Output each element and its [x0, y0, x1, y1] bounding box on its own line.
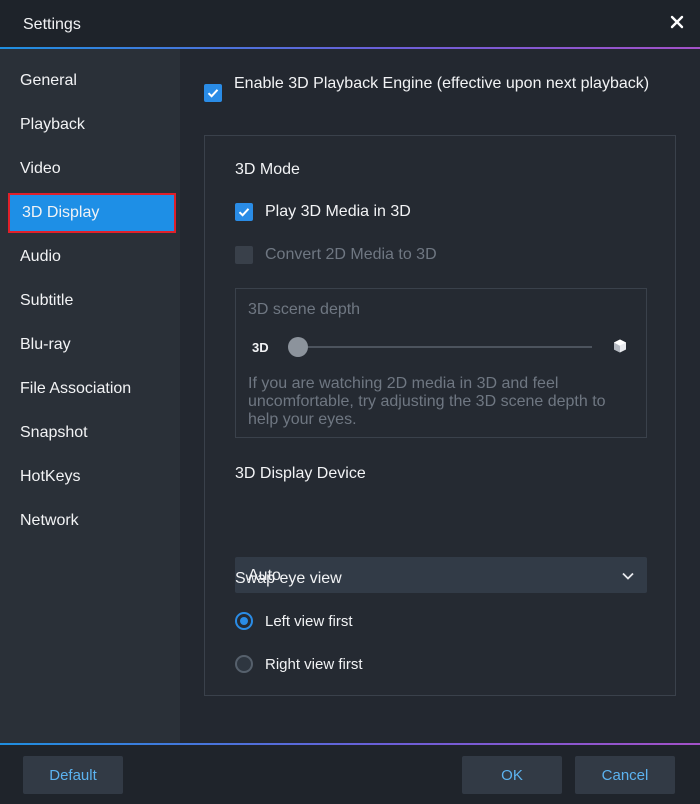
3d-mode-heading: 3D Mode — [235, 161, 300, 178]
chevron-down-icon — [622, 572, 634, 580]
right-view-first-radio[interactable] — [235, 655, 253, 673]
sidebar-item-audio[interactable]: Audio — [0, 237, 180, 277]
checkmark-icon — [238, 208, 250, 217]
swap-eye-heading: Swap eye view — [235, 570, 342, 587]
sidebar-item-video[interactable]: Video — [0, 149, 180, 189]
convert-2d-label: Convert 2D Media to 3D — [265, 246, 437, 263]
sidebar-item-network[interactable]: Network — [0, 501, 180, 541]
depth-slider-thumb[interactable] — [288, 337, 308, 357]
depth-slider-track[interactable] — [298, 346, 592, 348]
sidebar-item-blu-ray[interactable]: Blu-ray — [0, 325, 180, 365]
checkmark-icon — [207, 89, 219, 98]
3d-settings-panel: 3D Mode Play 3D Media in 3D Convert 2D M… — [204, 135, 676, 696]
enable-3d-engine-checkbox[interactable] — [204, 84, 222, 102]
enable-3d-engine-label: Enable 3D Playback Engine (effective upo… — [234, 75, 650, 92]
settings-content: Enable 3D Playback Engine (effective upo… — [180, 49, 700, 743]
play-3d-label: Play 3D Media in 3D — [265, 203, 411, 220]
right-view-first-label: Right view first — [265, 656, 363, 673]
close-icon[interactable] — [668, 13, 686, 31]
sidebar-item-playback[interactable]: Playback — [0, 105, 180, 145]
scene-depth-group: 3D scene depth 3D If you are watching 2D… — [235, 288, 647, 438]
scene-depth-help-text: If you are watching 2D media in 3D and f… — [248, 375, 606, 428]
sidebar-item-snapshot[interactable]: Snapshot — [0, 413, 180, 453]
display-device-heading: 3D Display Device — [235, 465, 366, 482]
sidebar-item-general[interactable]: General — [0, 61, 180, 101]
window-title: Settings — [23, 16, 81, 33]
sidebar-item-file-association[interactable]: File Association — [0, 369, 180, 409]
sidebar: General Playback Video 3D Display Audio … — [0, 49, 180, 743]
default-button[interactable]: Default — [23, 756, 123, 794]
slider-3d-label: 3D — [252, 340, 269, 355]
left-view-first-label: Left view first — [265, 613, 353, 630]
footer: Default OK Cancel — [0, 745, 700, 804]
play-3d-checkbox[interactable] — [235, 203, 253, 221]
ok-button[interactable]: OK — [462, 756, 562, 794]
sidebar-item-hotkeys[interactable]: HotKeys — [0, 457, 180, 497]
convert-2d-checkbox[interactable] — [235, 246, 253, 264]
scene-depth-heading: 3D scene depth — [248, 301, 361, 318]
left-view-first-radio[interactable] — [235, 612, 253, 630]
sidebar-item-subtitle[interactable]: Subtitle — [0, 281, 180, 321]
title-bar: Settings — [0, 0, 700, 47]
sidebar-item-3d-display[interactable]: 3D Display — [8, 193, 176, 233]
cancel-button[interactable]: Cancel — [575, 756, 675, 794]
cube-icon — [614, 339, 626, 353]
